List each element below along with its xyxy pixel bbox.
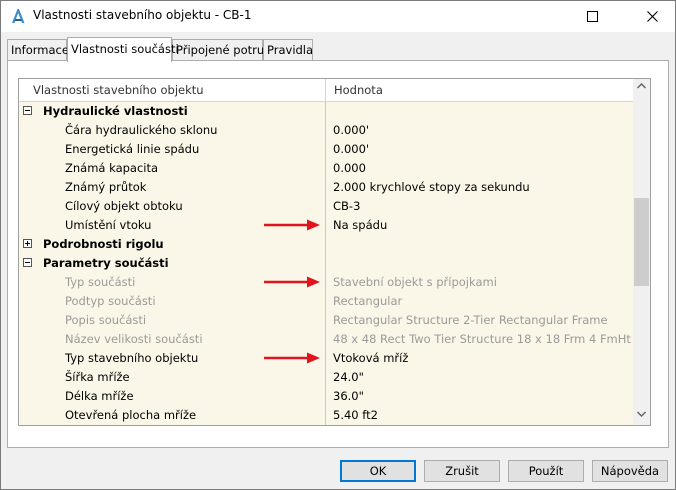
row-indent bbox=[19, 368, 47, 387]
window-title: Vlastnosti stavebního objektu - CB-1 bbox=[33, 8, 252, 22]
cancel-button[interactable]: Zrušit bbox=[424, 460, 500, 482]
row-indent bbox=[19, 197, 47, 216]
autocad-civil-a-icon bbox=[10, 8, 26, 24]
property-value[interactable]: 24.0" bbox=[326, 368, 633, 387]
row-indent bbox=[19, 140, 47, 159]
row-indent bbox=[19, 387, 47, 406]
row-indent bbox=[19, 121, 47, 140]
property-name: Energetická linie spádu bbox=[47, 140, 326, 159]
red-arrow-annotation bbox=[263, 219, 321, 231]
red-arrow-annotation bbox=[263, 276, 321, 288]
collapse-icon[interactable] bbox=[23, 106, 32, 115]
property-name: Šířka mříže bbox=[47, 368, 326, 387]
property-value[interactable]: 5.40 ft2 bbox=[326, 406, 633, 425]
column-header-value[interactable]: Hodnota bbox=[326, 79, 633, 101]
row-indent bbox=[19, 406, 47, 425]
property-value[interactable]: Rectangular Structure 2-Tier Rectangular… bbox=[326, 311, 633, 330]
property-name: Hydraulické vlastnosti bbox=[19, 102, 326, 121]
property-row[interactable]: Známá kapacita 0.000 bbox=[19, 159, 633, 178]
property-row[interactable]: Otevřená plocha mříže 5.40 ft2 bbox=[19, 406, 633, 425]
property-name: Otevřená plocha mříže bbox=[47, 406, 326, 425]
property-value[interactable]: 0.000 bbox=[326, 159, 633, 178]
property-row[interactable]: Energetická linie spádu 0.000' bbox=[19, 140, 633, 159]
property-row[interactable]: Délka mříže 36.0" bbox=[19, 387, 633, 406]
scroll-thumb[interactable] bbox=[634, 198, 649, 286]
column-header-property[interactable]: Vlastnosti stavebního objektu bbox=[19, 79, 326, 101]
scroll-down-icon[interactable] bbox=[637, 411, 646, 417]
property-name: Popis součásti bbox=[47, 311, 326, 330]
property-value bbox=[326, 235, 633, 254]
property-row[interactable]: Typ stavebního objektu Vtoková mříž bbox=[19, 349, 633, 368]
tab-vlastnosti-soucasti[interactable]: Vlastnosti součásti bbox=[67, 37, 179, 62]
property-name: Název velikosti součásti bbox=[47, 330, 326, 349]
properties-dialog: Vlastnosti stavebního objektu - CB-1 Inf… bbox=[0, 0, 676, 490]
property-name: Délka mříže bbox=[47, 387, 326, 406]
property-value[interactable]: Vtoková mříž bbox=[326, 349, 633, 368]
grid-header: Vlastnosti stavebního objektu Hodnota bbox=[19, 79, 633, 102]
row-indent bbox=[19, 178, 47, 197]
property-row[interactable]: Čára hydraulického sklonu 0.000' bbox=[19, 121, 633, 140]
category-row[interactable]: Podrobnosti rigolu bbox=[19, 235, 633, 254]
property-row[interactable]: Známý průtok 2.000 krychlové stopy za sek… bbox=[19, 178, 633, 197]
title-bar[interactable]: Vlastnosti stavebního objektu - CB-1 bbox=[1, 1, 675, 32]
vertical-scrollbar[interactable] bbox=[633, 79, 650, 425]
scroll-up-icon[interactable] bbox=[637, 83, 646, 89]
expand-icon[interactable] bbox=[23, 239, 32, 248]
property-name: Známý průtok bbox=[47, 178, 326, 197]
property-name: Podrobnosti rigolu bbox=[19, 235, 326, 254]
row-indent bbox=[19, 311, 47, 330]
property-value[interactable]: Rectangular bbox=[326, 292, 633, 311]
row-indent bbox=[19, 349, 47, 368]
maximize-button[interactable] bbox=[569, 1, 615, 32]
property-row[interactable]: Název velikosti součásti 48 x 48 Rect Two… bbox=[19, 330, 633, 349]
property-name: Podtyp součásti bbox=[47, 292, 326, 311]
property-grid: Vlastnosti stavebního objektu Hodnota Hy… bbox=[18, 78, 651, 426]
property-name: Cílový objekt obtoku bbox=[47, 197, 326, 216]
row-indent bbox=[19, 292, 47, 311]
property-value[interactable]: Stavební objekt s přípojkami bbox=[326, 273, 633, 292]
property-value[interactable]: 0.000' bbox=[326, 121, 633, 140]
tab-pravidla[interactable]: Pravidla bbox=[263, 39, 313, 60]
property-row[interactable]: Podtyp součásti Rectangular bbox=[19, 292, 633, 311]
help-button[interactable]: Nápověda bbox=[592, 460, 668, 482]
property-row[interactable]: Popis součásti Rectangular Structure 2-Ti… bbox=[19, 311, 633, 330]
collapse-icon[interactable] bbox=[23, 258, 32, 267]
property-value bbox=[326, 254, 633, 273]
property-value[interactable]: 2.000 krychlové stopy za sekundu bbox=[326, 178, 633, 197]
close-button[interactable] bbox=[629, 1, 675, 32]
property-name: Parametry součásti bbox=[19, 254, 326, 273]
property-name: Čára hydraulického sklonu bbox=[47, 121, 326, 140]
property-value[interactable]: 0.000' bbox=[326, 140, 633, 159]
row-indent bbox=[19, 273, 47, 292]
tab-pripojene-potrubi[interactable]: Připojené potrubí bbox=[172, 39, 275, 60]
ok-button[interactable]: OK bbox=[340, 460, 416, 482]
property-value[interactable]: 36.0" bbox=[326, 387, 633, 406]
property-value[interactable]: Na spádu bbox=[326, 216, 633, 235]
red-arrow-annotation bbox=[263, 352, 321, 364]
tab-strip: Informace Vlastnosti součásti Připojené … bbox=[1, 32, 675, 62]
tab-informace[interactable]: Informace bbox=[7, 39, 69, 60]
property-row[interactable]: Cílový objekt obtoku CB-3 bbox=[19, 197, 633, 216]
close-icon bbox=[646, 11, 658, 22]
row-indent bbox=[19, 159, 47, 178]
category-row[interactable]: Hydraulické vlastnosti bbox=[19, 102, 633, 121]
row-indent bbox=[19, 330, 47, 349]
property-row[interactable]: Typ součásti Stavební objekt s přípojkami bbox=[19, 273, 633, 292]
property-value bbox=[326, 102, 633, 121]
category-row[interactable]: Parametry součásti bbox=[19, 254, 633, 273]
property-value[interactable]: CB-3 bbox=[326, 197, 633, 216]
apply-button[interactable]: Použít bbox=[508, 460, 584, 482]
row-indent bbox=[19, 216, 47, 235]
property-row[interactable]: Umístění vtoku Na spádu bbox=[19, 216, 633, 235]
property-name: Známá kapacita bbox=[47, 159, 326, 178]
maximize-icon bbox=[586, 11, 598, 22]
property-value[interactable]: 48 x 48 Rect Two Tier Structure 18 x 18 … bbox=[326, 330, 633, 349]
property-row[interactable]: Šířka mříže 24.0" bbox=[19, 368, 633, 387]
